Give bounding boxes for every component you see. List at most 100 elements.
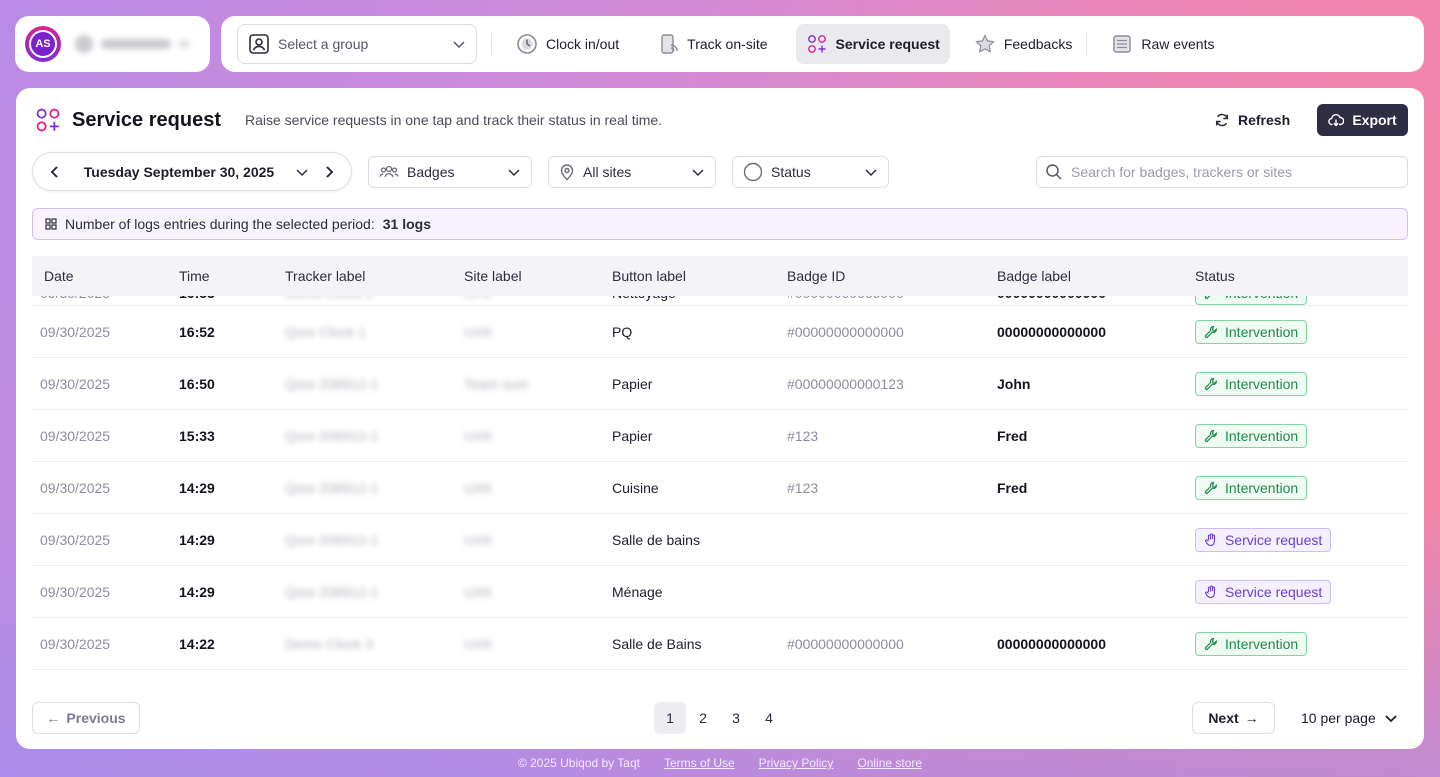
- column-header-status[interactable]: Status: [1195, 268, 1408, 284]
- page-number-button[interactable]: 1: [654, 702, 686, 734]
- cell-tracker-label: Qsre 208912-1: [285, 583, 379, 600]
- chevron-down-icon: [1385, 715, 1397, 723]
- service-request-icon: [36, 108, 60, 132]
- circle-icon: [743, 162, 763, 182]
- nav-clock-in-out-label: Clock in/out: [546, 36, 620, 52]
- badges-filter[interactable]: Badges: [368, 156, 532, 188]
- per-page-label: 10 per page: [1301, 710, 1376, 726]
- column-header-button-label[interactable]: Button label: [612, 268, 787, 284]
- cell-status: Intervention: [1195, 319, 1408, 344]
- status-badge: Service request: [1195, 579, 1332, 604]
- table-row[interactable]: 09/30/2025 16:50 Qsre 208912-1 Team sum Papi…: [32, 358, 1408, 410]
- next-page-button[interactable]: Next →: [1192, 702, 1275, 734]
- nav-clock-in-out[interactable]: Clock in/out: [506, 24, 629, 64]
- per-page-select[interactable]: 10 per page: [1301, 702, 1398, 734]
- cell-date: 09/30/2025: [40, 323, 111, 340]
- cell-time: 14:29: [179, 583, 215, 600]
- cell-time: 14:22: [179, 635, 215, 652]
- copyright: © 2025 Ubiqod by Taqt: [517, 756, 640, 770]
- cell-site-label: UXK: [464, 531, 493, 548]
- service-request-icon: [807, 35, 826, 53]
- status-badge: Intervention: [1195, 423, 1308, 448]
- chevron-right-icon[interactable]: [321, 164, 337, 180]
- page-number-button[interactable]: 2: [687, 702, 719, 734]
- cell-tracker-label: Demo Clock 3: [285, 635, 373, 652]
- selected-date[interactable]: Tuesday September 30, 2025: [63, 164, 295, 180]
- avatar-initials: AS: [29, 30, 57, 58]
- export-button[interactable]: Export: [1317, 104, 1408, 136]
- status-badge-label: Intervention: [1225, 323, 1299, 340]
- nav-service-request[interactable]: Service request: [795, 24, 950, 64]
- table-body: 09/30/2025 16:52 Qsre Clock 1 UXK PQ #0000000…: [32, 306, 1408, 670]
- store-link[interactable]: Online store: [857, 756, 922, 770]
- sites-filter[interactable]: All sites: [548, 156, 716, 188]
- cell-badge-label: Fred: [997, 479, 1028, 496]
- column-header-time[interactable]: Time: [179, 268, 285, 284]
- table-row[interactable]: 09/30/2025 14:29 Qsre 208912-1 UXK Cuisine #1…: [32, 462, 1408, 514]
- nav-feedbacks[interactable]: Feedbacks: [964, 24, 1082, 64]
- previous-label: Previous: [66, 710, 126, 726]
- chevron-down-icon[interactable]: [295, 165, 309, 179]
- cell-date: 09/30/2025: [40, 635, 111, 652]
- logs-table: Date Time Tracker label Site label Butto…: [32, 256, 1408, 686]
- privacy-link[interactable]: Privacy Policy: [759, 756, 834, 770]
- cell-site-label: UXK: [464, 583, 493, 600]
- cell-button-label: PQ: [612, 323, 633, 340]
- search-input[interactable]: [1071, 164, 1399, 180]
- cell-button-label: Papier: [612, 375, 653, 392]
- date-picker[interactable]: Tuesday September 30, 2025: [32, 152, 352, 191]
- cell-badge-label: 00000000000000: [997, 323, 1107, 340]
- column-header-date[interactable]: Date: [32, 268, 179, 284]
- column-header-tracker-label[interactable]: Tracker label: [285, 268, 464, 284]
- search-box[interactable]: [1036, 156, 1408, 188]
- cell-tracker-label: Qsre 208912-1: [285, 531, 379, 548]
- avatar[interactable]: AS: [25, 26, 61, 62]
- table-row[interactable]: 09/30/2025 15:33 Qsre 208912-1 UXK Papier #12…: [32, 410, 1408, 462]
- nav-track-on-site[interactable]: Track on-site: [647, 24, 777, 64]
- column-header-badge-id[interactable]: Badge ID: [787, 268, 997, 284]
- cell-site-label: Team sum: [464, 375, 529, 392]
- table-row[interactable]: 09/30/2025 16:52 Qsre Clock 1 UXK PQ #0000000…: [32, 306, 1408, 358]
- cell-badge-id: #123: [787, 479, 819, 496]
- table-row[interactable]: 09/30/2025 14:22 Demo Clock 3 UXK Salle de B…: [32, 618, 1408, 670]
- badges-filter-label: Badges: [407, 164, 455, 180]
- search-icon: [1046, 164, 1062, 180]
- cell-status: Intervention: [1195, 371, 1408, 396]
- log-count-banner: Number of logs entries during the select…: [32, 208, 1408, 240]
- table-row[interactable]: 09/30/2025 14:29 Qsre 208912-1 UXK Ménage Ser…: [32, 566, 1408, 618]
- chevron-left-icon[interactable]: [47, 164, 63, 180]
- chevron-down-icon: [865, 169, 877, 177]
- chevron-down-icon: [453, 41, 465, 49]
- column-header-badge-label[interactable]: Badge label: [997, 268, 1195, 284]
- column-header-site-label[interactable]: Site label: [464, 268, 612, 284]
- map-pin-icon: [560, 164, 574, 181]
- cell-button-label: Cuisine: [612, 479, 659, 496]
- page-number-button[interactable]: 3: [720, 702, 752, 734]
- cell-date: 09/30/2025: [40, 583, 111, 600]
- terms-link[interactable]: Terms of Use: [664, 756, 735, 770]
- cell-badge-label: 00000000000000: [997, 635, 1107, 652]
- status-filter-label: Status: [771, 164, 811, 180]
- refresh-button[interactable]: Refresh: [1204, 104, 1300, 136]
- group-select[interactable]: Select a group: [237, 24, 477, 64]
- wrench-icon: [1204, 429, 1218, 442]
- refresh-label: Refresh: [1238, 112, 1291, 128]
- log-count-prefix: Number of logs entries during the select…: [65, 216, 375, 232]
- user-badge-icon: [249, 34, 269, 54]
- nav-raw-events[interactable]: Raw events: [1101, 24, 1224, 64]
- cell-tracker-label: Qsre Clock 1: [285, 323, 366, 340]
- status-badge-label: Intervention: [1225, 427, 1299, 444]
- cell-time: 16:50: [179, 375, 215, 392]
- cell-time: 15:33: [179, 427, 215, 444]
- user-card[interactable]: AS: [15, 16, 210, 72]
- cell-site-label: UXK: [464, 479, 493, 496]
- previous-page-button[interactable]: ← Previous: [32, 702, 140, 734]
- table-row[interactable]: 09/30/2025 14:29 Qsre 208912-1 UXK Salle de …: [32, 514, 1408, 566]
- page-number-button[interactable]: 4: [753, 702, 785, 734]
- cloud-download-icon: [1328, 114, 1345, 127]
- star-icon: [975, 34, 995, 53]
- arrow-right-icon: →: [1244, 710, 1259, 726]
- nav-track-on-site-label: Track on-site: [687, 36, 768, 52]
- status-filter[interactable]: Status: [732, 156, 889, 188]
- nav-divider: [491, 33, 492, 55]
